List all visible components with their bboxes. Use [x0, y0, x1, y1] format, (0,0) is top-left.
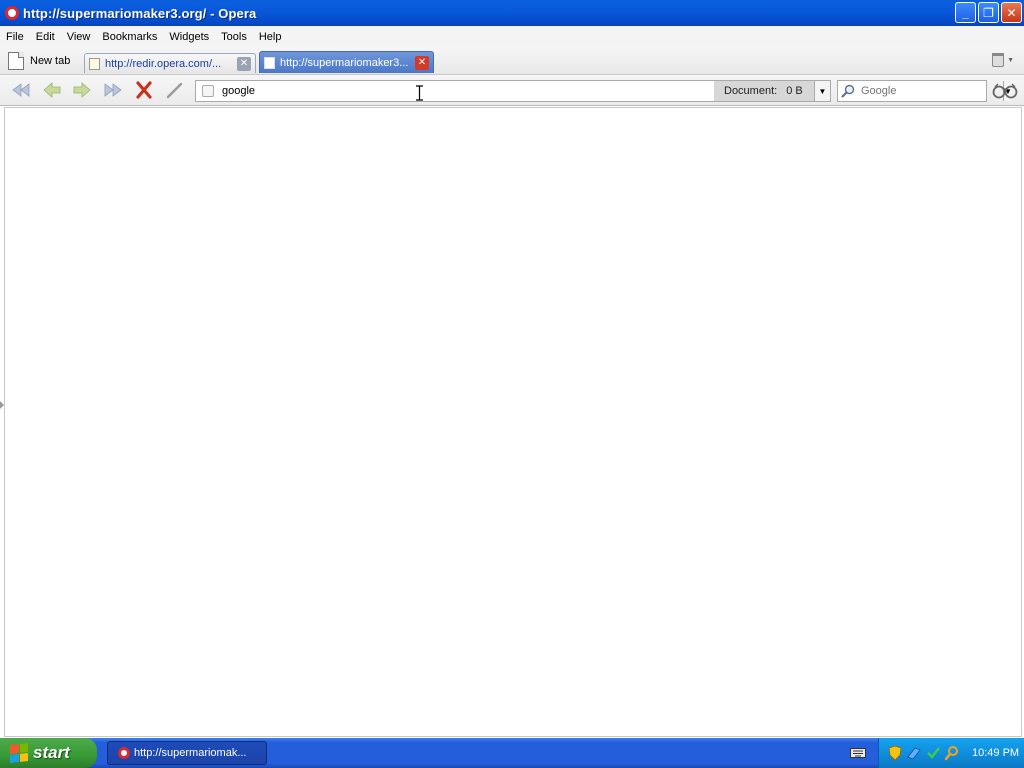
page-content-area[interactable] — [4, 107, 1022, 737]
page-icon — [89, 57, 100, 70]
search-input[interactable] — [855, 85, 1003, 97]
minimize-button[interactable]: _ — [955, 2, 976, 23]
menu-tools[interactable]: Tools — [215, 31, 253, 43]
edit-pencil-icon — [166, 82, 183, 99]
menu-file[interactable]: File — [0, 31, 30, 43]
closed-tabs-trash[interactable]: ▼ — [992, 53, 1014, 67]
tab-bar: New tab http://redir.opera.com/... ✕ htt… — [0, 47, 1024, 75]
chevron-down-icon: ▼ — [1007, 56, 1014, 64]
opera-logo-icon — [5, 6, 19, 20]
document-info: Document: 0 B — [714, 81, 814, 101]
search-box[interactable]: ▼ — [837, 80, 1012, 102]
taskbar: start http://supermariomak... 10:49 PM — [0, 738, 1024, 768]
edit-button[interactable] — [164, 80, 186, 100]
title-bar: http://supermariomaker3.org/ - Opera _ ❐… — [0, 0, 1024, 26]
start-button[interactable]: start — [0, 738, 97, 768]
taskbar-item-opera[interactable]: http://supermariomak... — [107, 741, 267, 765]
menu-help[interactable]: Help — [253, 31, 288, 43]
close-button[interactable]: ✕ — [1001, 2, 1022, 23]
menu-bar: File Edit View Bookmarks Widgets Tools H… — [0, 26, 1024, 47]
address-input[interactable]: google — [222, 85, 714, 97]
system-clock[interactable]: 10:49 PM — [972, 747, 1019, 759]
taskbar-item-label: http://supermariomak... — [134, 747, 247, 759]
fast-forward-icon — [104, 83, 122, 97]
page-icon — [202, 85, 214, 97]
tab-label: http://redir.opera.com/... — [105, 57, 222, 70]
rewind-icon — [12, 83, 30, 97]
opera-logo-icon — [118, 747, 130, 759]
rewind-button[interactable] — [10, 80, 32, 100]
new-tab-label: New tab — [30, 55, 71, 67]
window-controls: _ ❐ ✕ — [955, 2, 1022, 23]
keyboard-icon[interactable] — [850, 746, 866, 759]
system-tray: 10:49 PM — [878, 738, 1024, 768]
safely-remove-icon[interactable] — [925, 745, 941, 761]
menu-view[interactable]: View — [61, 31, 97, 43]
zoom-button[interactable] — [992, 81, 1018, 101]
new-tab-button[interactable]: New tab — [8, 51, 70, 71]
menu-widgets[interactable]: Widgets — [163, 31, 215, 43]
menu-bookmarks[interactable]: Bookmarks — [96, 31, 163, 43]
start-label: start — [33, 743, 70, 762]
page-icon — [264, 56, 275, 69]
navigation-toolbar: google Document: 0 B ▼ ▼ — [0, 75, 1024, 106]
windows-flag-icon — [10, 743, 28, 763]
tab-close-button[interactable]: ✕ — [237, 56, 251, 71]
search-tray-icon[interactable] — [944, 745, 960, 761]
document-label: Document: — [724, 85, 778, 97]
side-panel-toggle-icon[interactable] — [0, 401, 4, 409]
network-icon[interactable] — [906, 745, 922, 761]
back-button[interactable] — [41, 80, 63, 100]
stop-icon — [136, 81, 152, 99]
new-page-icon — [8, 52, 24, 70]
search-magnifier-icon — [841, 84, 855, 98]
menu-edit[interactable]: Edit — [30, 31, 61, 43]
zoom-glasses-icon — [992, 83, 1018, 99]
trash-icon — [992, 53, 1005, 67]
tab-label: http://supermariomaker3... — [280, 56, 409, 69]
document-size: 0 B — [786, 85, 803, 97]
forward-button[interactable] — [71, 80, 93, 100]
forward-icon — [73, 82, 91, 98]
window-title: http://supermariomaker3.org/ - Opera — [23, 5, 257, 21]
tab-supermariomaker[interactable]: http://supermariomaker3... ✕ — [259, 51, 434, 73]
tab-redir-opera[interactable]: http://redir.opera.com/... ✕ — [84, 53, 256, 73]
stop-button[interactable] — [133, 80, 155, 100]
address-bar[interactable]: google Document: 0 B ▼ — [195, 80, 831, 102]
tab-close-button[interactable]: ✕ — [415, 55, 429, 70]
back-icon — [43, 82, 61, 98]
text-cursor-icon — [416, 85, 423, 101]
fast-forward-button[interactable] — [102, 80, 124, 100]
maximize-button[interactable]: ❐ — [978, 2, 999, 23]
address-dropdown-button[interactable]: ▼ — [814, 81, 830, 101]
shield-icon[interactable] — [887, 745, 903, 761]
